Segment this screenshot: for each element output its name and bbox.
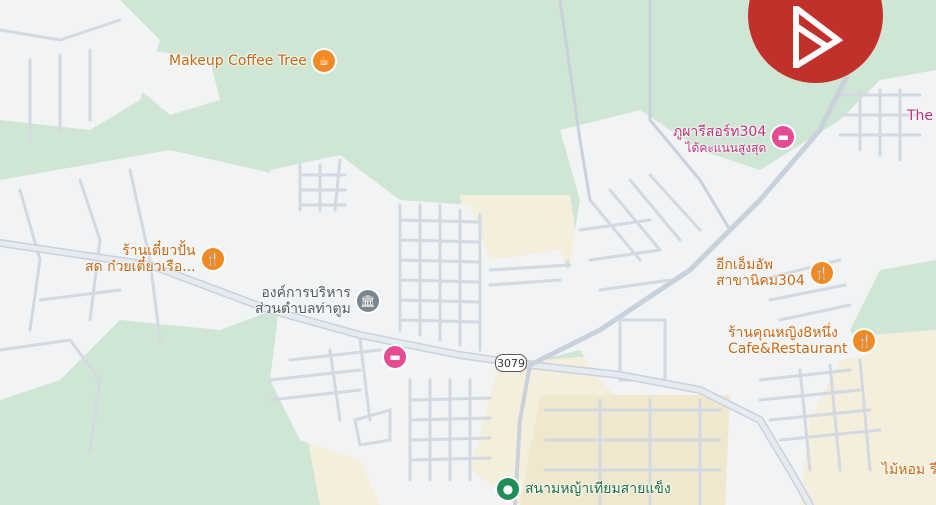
government-icon: 🏛: [356, 290, 379, 312]
poi-sao-office[interactable]: องค์การบริหาร ส่วนตำบลท่าตูม 🏛: [255, 285, 379, 317]
poi-label-line2: Cafe&Restaurant: [728, 341, 848, 357]
brand-logo-icon: [793, 6, 844, 68]
poi-label-line2: ส่วนตำบลท่าตูม: [255, 301, 351, 317]
poi-label-line1: ร้านเตี๋ยวปั้น: [122, 243, 196, 259]
poi-phupha-resort[interactable]: ภูผารีสอร์ท304 ได้คะแนนสูงสุด ▬: [673, 124, 795, 156]
poi-ekamai[interactable]: อีกเอ็มอัพ สาขานิคม304 🍴: [716, 257, 833, 289]
poi-label: ภูผารีสอร์ท304: [673, 124, 767, 140]
coffee-icon: ☕: [312, 50, 335, 72]
poi-football-field[interactable]: ● สนามหญ้าเทียมสายแข็ง: [497, 478, 671, 500]
poi-label: สนามหญ้าเทียมสายแข็ง: [525, 481, 671, 497]
poi-label-line1: ร้านคุณหญิง8หนึ่ง: [728, 325, 838, 341]
poi-label-line1: อีกเอ็มอัพ: [716, 257, 773, 273]
poi-the[interactable]: The: [907, 108, 933, 124]
park-icon: ●: [497, 478, 519, 500]
poi-label-line2: สาขานิคม304: [716, 273, 805, 289]
map-canvas[interactable]: Makeup Coffee Tree ☕ ภูผารีสอร์ท304 ได้ค…: [0, 0, 936, 505]
poi-label: Makeup Coffee Tree: [169, 53, 307, 69]
hotel-icon: ▬: [384, 346, 406, 368]
poi-label: ไม้หอม รี: [882, 462, 936, 478]
restaurant-icon: 🍴: [810, 262, 833, 284]
restaurant-icon: 🍴: [201, 248, 224, 270]
poi-khun-ying[interactable]: ร้านคุณหญิง8หนึ่ง Cafe&Restaurant 🍴: [728, 325, 876, 357]
poi-mai-hom[interactable]: ไม้หอม รี: [882, 462, 936, 478]
poi-label-line2: สด ก๋วยเตี๋ยวเรือ...: [85, 259, 196, 275]
poi-noodle-shop[interactable]: ร้านเตี๋ยวปั้น สด ก๋วยเตี๋ยวเรือ... 🍴: [85, 243, 224, 275]
restaurant-icon: 🍴: [853, 330, 876, 352]
hotel-icon: ▬: [772, 126, 795, 148]
poi-label: The: [907, 108, 934, 124]
poi-subtitle: ได้คะแนนสูงสุด: [685, 141, 767, 155]
poi-hotel[interactable]: ▬: [384, 346, 406, 368]
poi-label-line1: องค์การบริหาร: [261, 285, 351, 301]
poi-makeup-coffee-tree[interactable]: Makeup Coffee Tree ☕: [169, 50, 335, 72]
road-shield: 3079: [495, 354, 527, 372]
